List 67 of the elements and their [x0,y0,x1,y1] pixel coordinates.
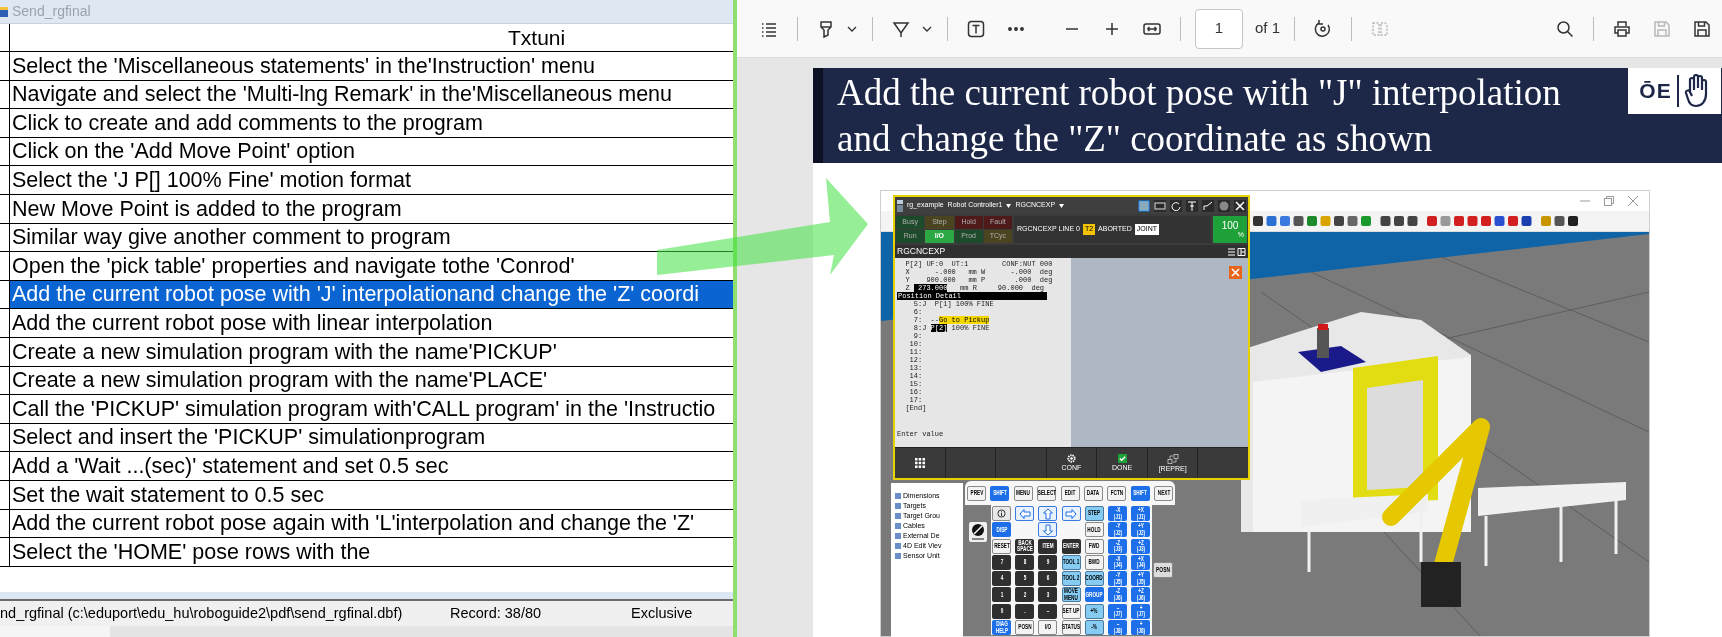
edit-icon[interactable] [1202,199,1214,212]
table-row[interactable]: Set the wait statement to 0.5 sec [10,480,733,509]
page-count: of 1 [1255,18,1281,39]
keyboard-icon[interactable] [1154,199,1166,212]
table-row[interactable]: Create a new simulation program with the name'PLACE' [10,366,733,395]
arrow-icon [1065,508,1078,519]
check-icon [1117,454,1127,463]
table-row[interactable]: Create a new simulation program with the name'PICKUP' [10,337,733,366]
program-name: RGCNCEXP [897,245,946,258]
window-title: Send_rgfinal [12,2,91,21]
table-row[interactable]: New Move Point is added to the program [10,194,733,223]
app-icon [0,4,8,19]
function-key[interactable] [895,448,945,478]
text-box-icon [966,18,986,39]
table-row[interactable]: Select the 'J P[] 100% Fine' motion format [10,166,733,194]
table-row[interactable]: Add the current robot pose with linear interpolation [10,309,733,337]
table-row[interactable]: Click on the 'Add Move Point' option [10,137,733,166]
info-key[interactable] [992,506,1011,521]
caret-icon[interactable] [1006,203,1012,208]
gear-icon [1067,454,1076,463]
print-icon [1614,20,1630,37]
table-row[interactable]: Select and insert the 'PICKUP' simulationprogram [10,423,733,452]
column-header: Txtuni [508,24,566,51]
swap-icon [1166,453,1179,464]
table-row[interactable]: Add the current robot pose again with 'L'interpolation and change the 'Z' [10,509,733,538]
save-icon [1694,20,1710,37]
refresh-icon[interactable] [1170,199,1182,212]
arrow-key[interactable] [1038,506,1058,521]
lock-mode: Exclusive [631,603,693,623]
caret-icon[interactable] [1059,203,1065,208]
hand-icon [1683,74,1710,108]
grid-icon [914,458,925,468]
menu-icon[interactable] [1228,247,1246,256]
arrow-key[interactable] [1015,506,1035,521]
table-row[interactable]: Select the 'Miscellaneous statements' in the'Instruction' menu [10,52,733,80]
arrow-icon [1042,523,1053,536]
record-count: Record: 38/80 [450,603,543,623]
table-row[interactable]: Click to create and add comments to the program [10,109,733,137]
search-icon [1557,20,1573,37]
speed-value: 100 [1221,221,1239,231]
arrow-icon [1018,508,1031,519]
save-icon [1654,20,1670,37]
key-switch-icon[interactable] [969,522,987,542]
table-row[interactable]: Add the current robot pose with 'J' interpolationand change the 'Z' coordi [10,280,733,309]
arrow-key[interactable] [1061,506,1081,521]
pendant-icon [897,199,903,212]
table-row[interactable]: Call the 'PICKUP' simulation program with'CALL program' in the 'Instructio [10,395,733,423]
table-row[interactable]: Add a 'Wait ...(sec)' statement and set 0.5 sec [10,452,733,480]
pendant-view-icon[interactable] [1138,199,1150,212]
logo-text: ŌE [1639,78,1672,105]
restore-icon[interactable] [1603,195,1615,207]
fit-width-icon [1143,22,1161,35]
page-number-field[interactable]: 1 [1195,8,1243,49]
more-icon [1008,26,1024,31]
arrow-key[interactable] [1038,522,1058,538]
info-icon [997,509,1006,518]
slide-title: Add the current robot pose with "J" interpolation and change the "Z" coordinate as shown [836,71,1562,161]
table-row[interactable]: Similar way give another comment to program [10,223,733,252]
zoom-out-icon [1065,27,1079,30]
table-row[interactable]: Open the 'pick table' properties and navigate tothe 'Conrod' [10,252,733,280]
table-row[interactable]: Navigate and select the 'Multi-lng Remark' in the'Miscellaneous menu [10,80,733,109]
status-path: nd_rgfinal (c:\eduport\edu_hu\roboguide2\pdf\send_rgfinal.dbf) [0,603,404,623]
two-page-icon [1372,21,1389,36]
zoom-in-icon [1105,21,1119,36]
table-row[interactable]: Select the 'HOME' pose rows with the [10,538,733,566]
tool-icon[interactable] [1186,199,1198,212]
help-icon[interactable] [1218,199,1230,212]
